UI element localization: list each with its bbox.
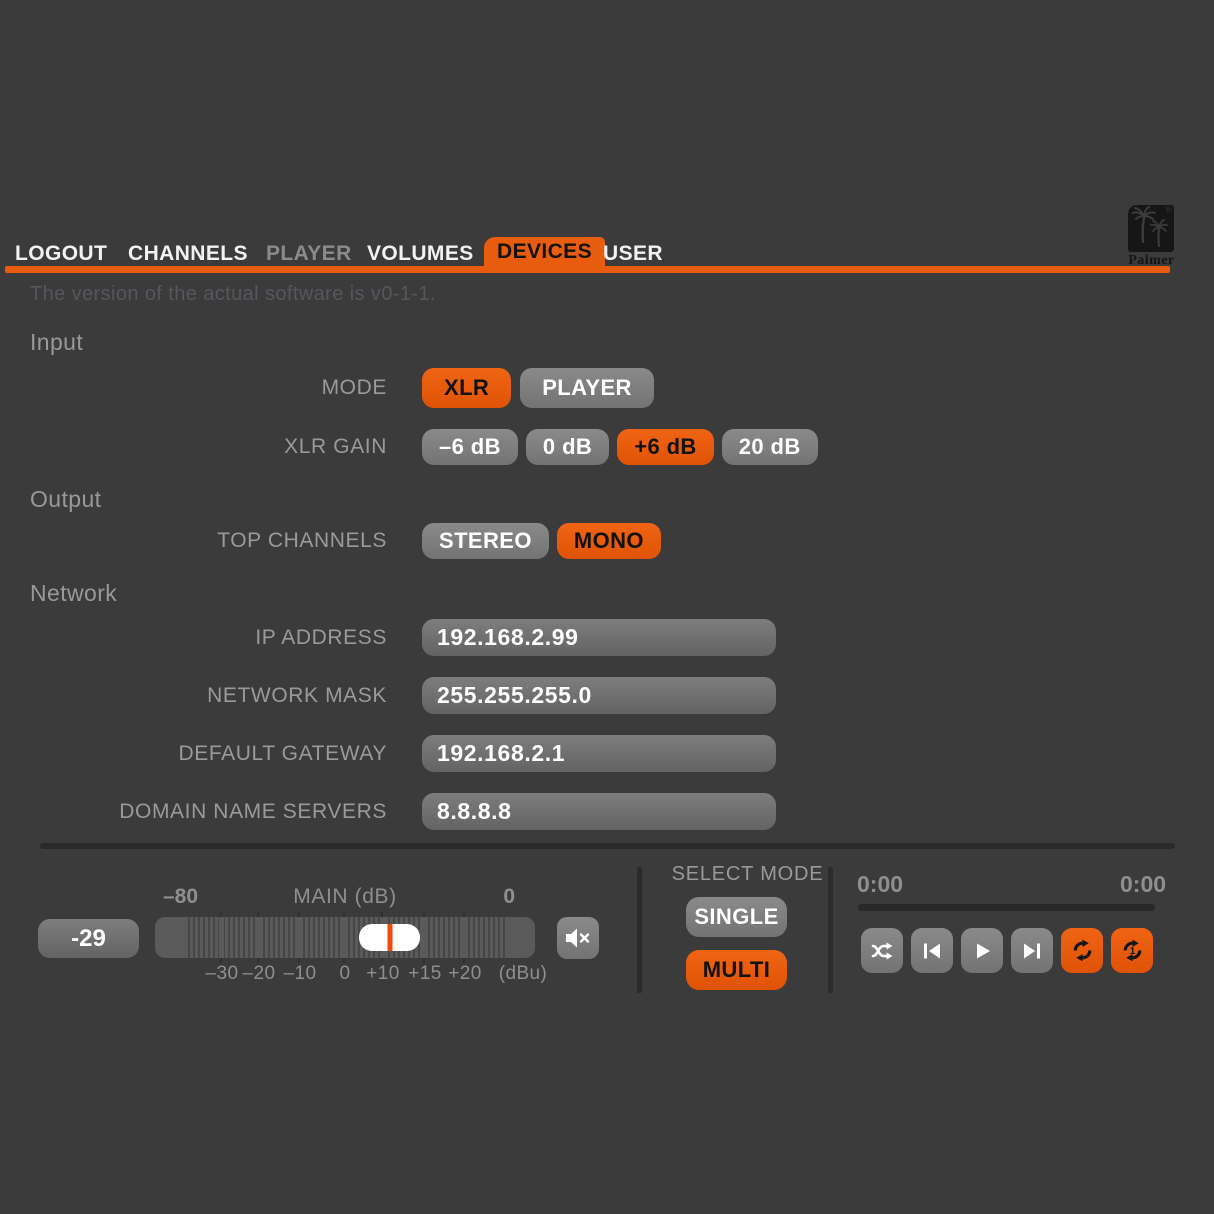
meter-major-tick — [422, 917, 427, 958]
gain-0-button[interactable]: 0 dB — [526, 429, 609, 465]
meter-title: MAIN (dB) — [155, 885, 535, 909]
top-channels-label: TOP CHANNELS — [0, 529, 387, 553]
meter-major-tick — [256, 917, 261, 958]
dbu-scale: –30 –20 –10 0 +10 +15 +20 (dBu) — [155, 963, 535, 987]
default-gateway-row: DEFAULT GATEWAY 192.168.2.1 — [0, 735, 776, 772]
play-icon — [970, 939, 994, 963]
shuffle-button[interactable] — [861, 928, 903, 973]
repeat-button[interactable] — [1061, 928, 1103, 973]
vertical-divider-left — [637, 867, 642, 993]
scale-tick: –30 — [206, 963, 239, 985]
scale-tick: +20 — [448, 963, 481, 985]
shuffle-icon — [869, 938, 895, 964]
mute-button[interactable] — [557, 917, 599, 959]
brand-logo: ® Palmer — [1128, 205, 1175, 269]
multi-mode-button[interactable]: MULTI — [686, 950, 787, 990]
gain-20-button[interactable]: 20 dB — [722, 429, 818, 465]
repeat-one-button[interactable]: 1 — [1111, 928, 1153, 973]
nav-item-channels[interactable]: CHANNELS — [128, 240, 248, 268]
previous-track-button[interactable] — [911, 928, 953, 973]
xlr-gain-row: XLR GAIN –6 dB 0 dB +6 dB 20 dB — [0, 429, 818, 465]
scale-tick: +10 — [366, 963, 399, 985]
next-track-icon — [1020, 939, 1044, 963]
select-mode-label: SELECT MODE — [660, 863, 835, 886]
meter-range-max: 0 — [503, 885, 515, 909]
meter-major-tick — [219, 917, 224, 958]
registered-mark: ® — [1166, 207, 1171, 214]
ip-address-row: IP ADDRESS 192.168.2.99 — [0, 619, 776, 656]
repeat-one-icon: 1 — [1119, 937, 1146, 964]
nav-item-player[interactable]: PLAYER — [266, 240, 352, 268]
default-gateway-label: DEFAULT GATEWAY — [0, 742, 387, 766]
previous-track-icon — [920, 939, 944, 963]
brand-name: Palmer — [1128, 253, 1175, 269]
network-mask-row: NETWORK MASK 255.255.255.0 — [0, 677, 776, 714]
svg-text:1: 1 — [1129, 946, 1135, 957]
ip-address-label: IP ADDRESS — [0, 626, 387, 650]
mono-button[interactable]: MONO — [557, 523, 661, 559]
top-channels-row: TOP CHANNELS STEREO MONO — [0, 523, 661, 559]
nav-tab-devices-active[interactable]: DEVICES — [484, 237, 605, 267]
slider-position-marker — [387, 924, 392, 951]
main-volume-value[interactable]: -29 — [38, 919, 139, 958]
mode-label: MODE — [0, 376, 387, 400]
repeat-icon — [1069, 937, 1096, 964]
nav-accent-bar — [5, 266, 1170, 273]
next-track-button[interactable] — [1011, 928, 1053, 973]
dns-row: DOMAIN NAME SERVERS 8.8.8.8 — [0, 793, 776, 830]
single-mode-button[interactable]: SINGLE — [686, 897, 787, 937]
speaker-muted-icon — [563, 925, 593, 951]
horizontal-divider — [40, 843, 1175, 849]
palm-trees-icon: ® — [1128, 205, 1174, 252]
section-title-input: Input — [30, 329, 83, 356]
mode-xlr-button[interactable]: XLR — [422, 368, 511, 408]
ip-address-field[interactable]: 192.168.2.99 — [422, 619, 776, 656]
nav-item-volumes[interactable]: VOLUMES — [367, 240, 474, 268]
nav-item-user[interactable]: USER — [603, 240, 663, 268]
volume-slider-handle[interactable] — [359, 924, 420, 951]
mode-row: MODE XLR PLAYER — [0, 368, 654, 408]
devices-page: LOGOUT CHANNELS PLAYER VOLUMES DEVICES U… — [0, 0, 1214, 1214]
play-button[interactable] — [961, 928, 1003, 973]
main-volume-meter: –80 MAIN (dB) 0 –30 –20 –10 0 +10 +15 +2… — [155, 885, 535, 990]
scale-unit: (dBu) — [499, 963, 547, 985]
scale-tick: 0 — [340, 963, 351, 985]
volume-slider-track[interactable] — [155, 917, 535, 958]
network-mask-label: NETWORK MASK — [0, 684, 387, 708]
scale-tick: –10 — [284, 963, 317, 985]
mode-player-button[interactable]: PLAYER — [520, 368, 654, 408]
meter-major-tick — [297, 917, 302, 958]
xlr-gain-label: XLR GAIN — [0, 435, 387, 459]
version-notice: The version of the actual software is v0… — [30, 283, 436, 306]
scale-tick: –20 — [243, 963, 276, 985]
player-total-time: 0:00 — [1120, 871, 1166, 898]
meter-major-tick — [342, 917, 347, 958]
section-title-network: Network — [30, 580, 117, 607]
gain-plus6-button[interactable]: +6 dB — [617, 429, 714, 465]
stereo-button[interactable]: STEREO — [422, 523, 549, 559]
player-elapsed-time: 0:00 — [857, 871, 903, 898]
dns-label: DOMAIN NAME SERVERS — [0, 800, 387, 824]
meter-major-tick — [462, 917, 467, 958]
dns-field[interactable]: 8.8.8.8 — [422, 793, 776, 830]
network-mask-field[interactable]: 255.255.255.0 — [422, 677, 776, 714]
section-title-output: Output — [30, 486, 101, 513]
player-progress-bar[interactable] — [858, 904, 1155, 911]
scale-tick: +15 — [408, 963, 441, 985]
default-gateway-field[interactable]: 192.168.2.1 — [422, 735, 776, 772]
gain-minus6-button[interactable]: –6 dB — [422, 429, 518, 465]
nav-item-logout[interactable]: LOGOUT — [15, 240, 107, 268]
